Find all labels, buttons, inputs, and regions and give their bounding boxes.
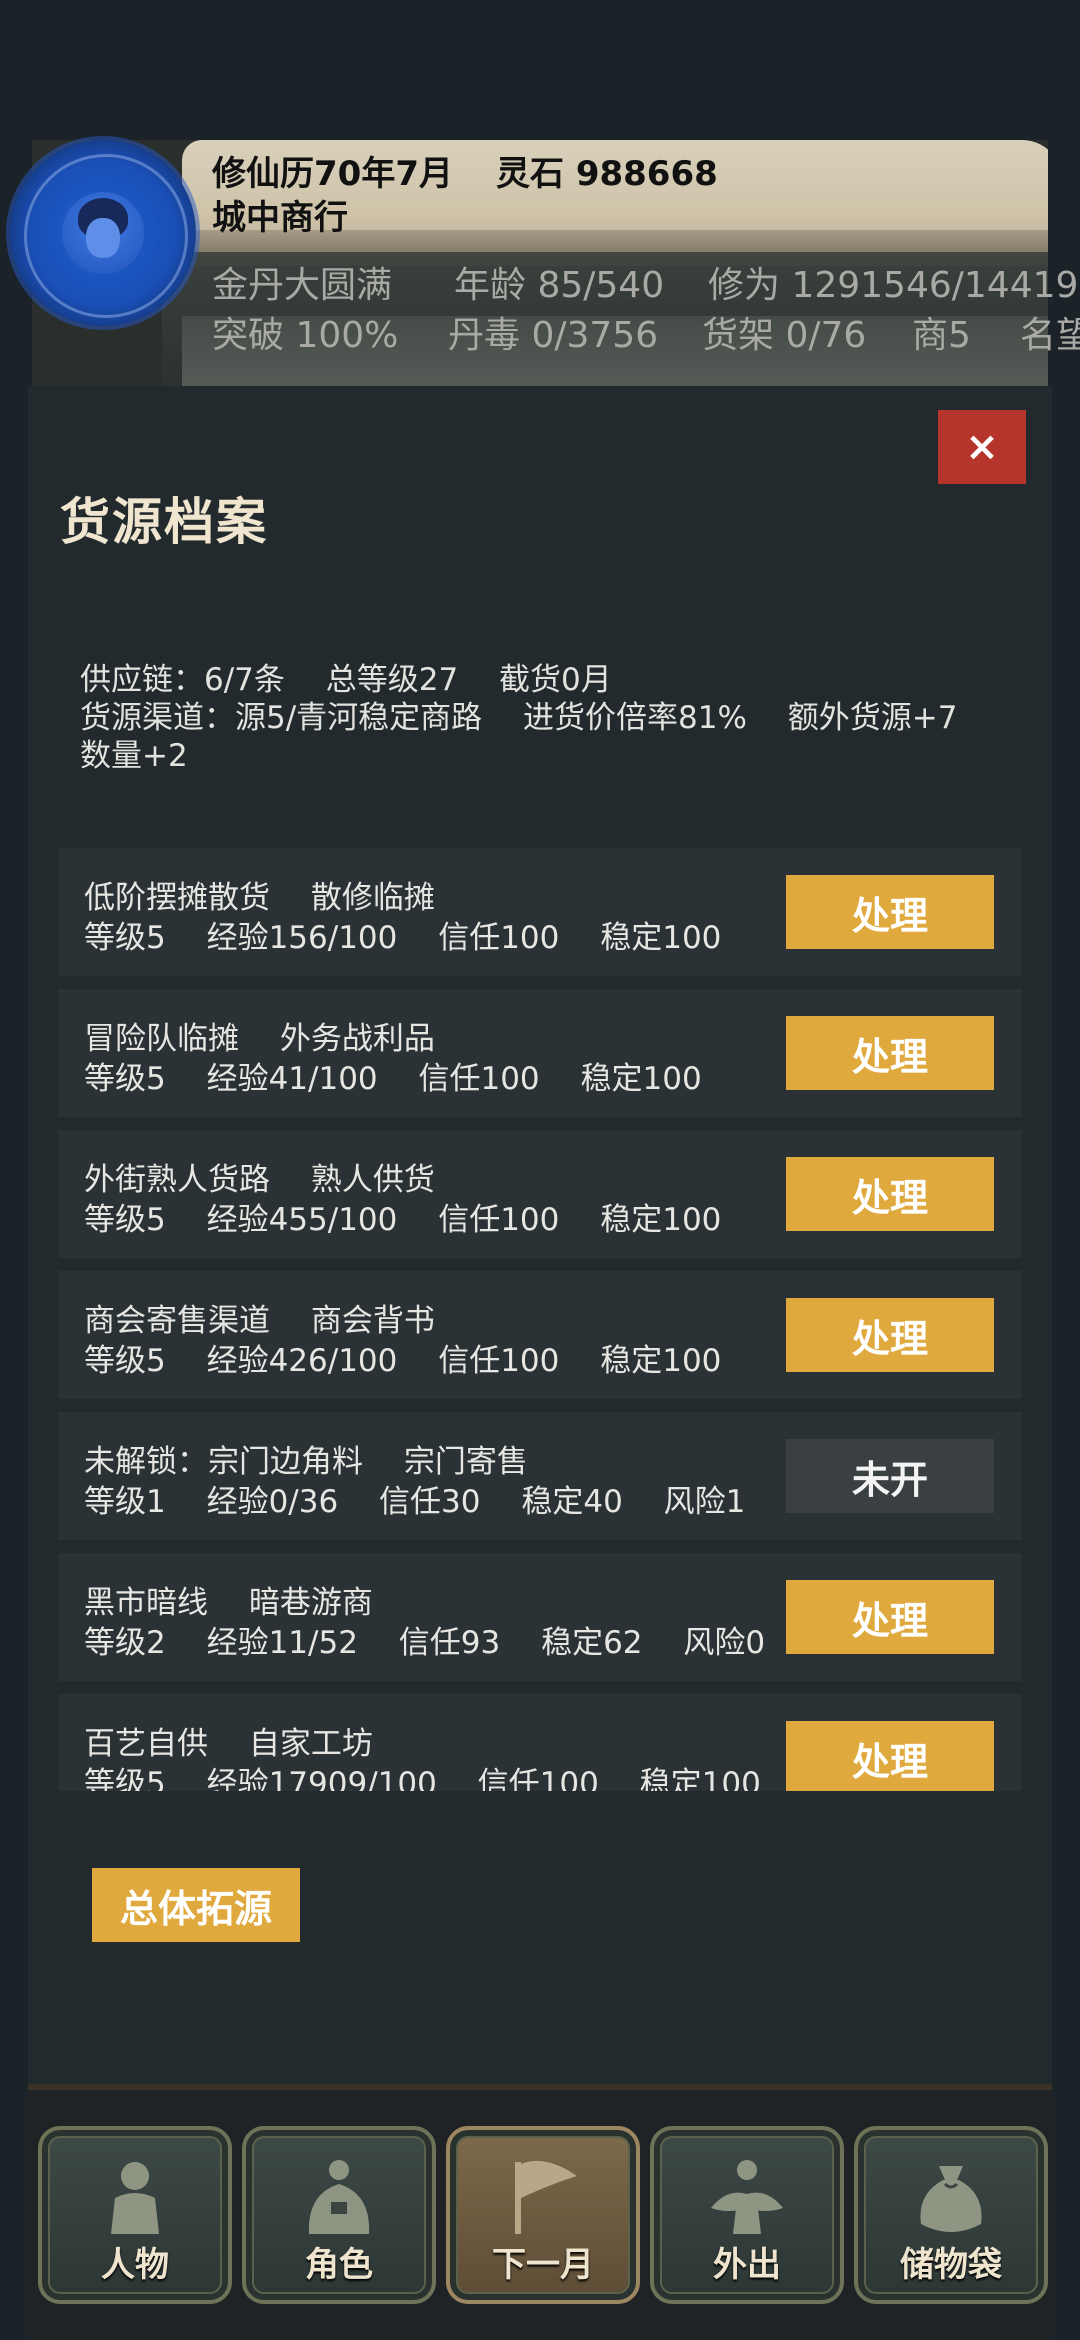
travel-icon xyxy=(711,2160,783,2234)
nav-label: 角色 xyxy=(305,2245,373,2285)
merchant-level-label: 商5 xyxy=(912,315,971,356)
source-stats: 等级5 经验156/100 信任100 稳定100 xyxy=(84,920,722,956)
source-channel-summary: 货源渠道：源5/青河稳定商路 进货价倍率81% 额外货源+7 xyxy=(80,700,958,736)
source-stats: 等级5 经验455/100 信任100 稳定100 xyxy=(84,1202,722,1238)
source-title: 低阶摆摊散货 散修临摊 xyxy=(84,880,435,916)
age-label: 年龄 85/540 xyxy=(454,265,665,306)
handle-button[interactable]: 处理 xyxy=(786,1157,994,1231)
nav-person-button[interactable]: 人物 xyxy=(38,2126,232,2304)
handle-button[interactable]: 处理 xyxy=(786,1298,994,1372)
person-icon xyxy=(111,2162,159,2234)
shelf-label: 货架 0/76 xyxy=(702,315,867,356)
overall-expand-button[interactable]: 总体拓源 xyxy=(92,1868,300,1942)
list-item: 未解锁：宗门边角料 宗门寄售 等级1 经验0/36 信任30 稳定40 风险1 … xyxy=(58,1412,1022,1540)
fame-label: 名望 xyxy=(1020,315,1080,356)
nav-label: 人物 xyxy=(101,2245,169,2285)
handle-button[interactable]: 处理 xyxy=(786,875,994,949)
source-stats: 等级1 经验0/36 信任30 稳定40 风险1 xyxy=(84,1484,746,1520)
source-title: 冒险队临摊 外务战利品 xyxy=(84,1021,435,1057)
source-title: 商会寄售渠道 商会背书 xyxy=(84,1303,435,1339)
source-title: 未解锁：宗门边角料 宗门寄售 xyxy=(84,1444,528,1480)
list-item: 外街熟人货路 熟人供货 等级5 经验455/100 信任100 稳定100 处理 xyxy=(58,1130,1022,1258)
realm-label: 金丹大圆满 xyxy=(212,265,393,306)
flag-icon xyxy=(515,2160,577,2234)
location-label: 城中商行 xyxy=(212,198,348,238)
nav-storage-bag-button[interactable]: 储物袋 xyxy=(854,2126,1048,2304)
close-button[interactable]: × xyxy=(938,410,1026,484)
list-item: 黑市暗线 暗巷游商 等级2 经验11/52 信任93 稳定62 风险0 处理 xyxy=(58,1553,1022,1681)
nav-label: 下一月 xyxy=(492,2245,594,2285)
list-item: 百艺自供 自家工坊 等级5 经验17909/100 信任100 稳定100 处理 xyxy=(58,1694,1022,1791)
breakthrough-label: 突破 100% xyxy=(212,315,399,356)
avatar-portrait xyxy=(62,192,144,274)
source-stats: 等级2 经验11/52 信任93 稳定62 风险0 xyxy=(84,1625,766,1661)
nav-next-month-button[interactable]: 下一月 xyxy=(446,2126,640,2304)
source-stats: 等级5 经验41/100 信任100 稳定100 xyxy=(84,1061,702,1097)
handle-button[interactable]: 处理 xyxy=(786,1580,994,1654)
list-item: 商会寄售渠道 商会背书 等级5 经验426/100 信任100 稳定100 处理 xyxy=(58,1271,1022,1399)
handle-button[interactable]: 处理 xyxy=(786,1721,994,1791)
source-title: 黑市暗线 暗巷游商 xyxy=(84,1585,373,1621)
handle-button[interactable]: 处理 xyxy=(786,1016,994,1090)
quantity-summary: 数量+2 xyxy=(80,738,188,774)
source-stats: 等级5 经验426/100 信任100 稳定100 xyxy=(84,1343,722,1379)
cultivation-label: 修为 1291546/14419 xyxy=(708,265,1079,306)
character-icon xyxy=(308,2160,370,2234)
locked-button[interactable]: 未开 xyxy=(786,1439,994,1513)
storage-bag-icon xyxy=(920,2166,982,2232)
spirit-stone-count: 灵石 988668 xyxy=(496,154,718,194)
avatar[interactable] xyxy=(10,140,196,326)
nav-character-button[interactable]: 角色 xyxy=(242,2126,436,2304)
nav-travel-button[interactable]: 外出 xyxy=(650,2126,844,2304)
calendar-date: 修仙历70年7月 xyxy=(212,154,453,194)
list-item: 冒险队临摊 外务战利品 等级5 经验41/100 信任100 稳定100 处理 xyxy=(58,989,1022,1117)
nav-label: 储物袋 xyxy=(900,2245,1002,2285)
source-stats: 等级5 经验17909/100 信任100 稳定100 xyxy=(84,1766,761,1791)
nav-label: 外出 xyxy=(713,2245,781,2285)
list-item: 低阶摆摊散货 散修临摊 等级5 经验156/100 信任100 稳定100 处理 xyxy=(58,848,1022,976)
source-list[interactable]: 低阶摆摊散货 散修临摊 等级5 经验156/100 信任100 稳定100 处理… xyxy=(58,848,1022,1791)
modal-title: 货源档案 xyxy=(60,493,268,551)
source-title: 百艺自供 自家工坊 xyxy=(84,1726,373,1762)
source-title: 外街熟人货路 熟人供货 xyxy=(84,1162,435,1198)
pill-poison-label: 丹毒 0/3756 xyxy=(448,315,659,356)
